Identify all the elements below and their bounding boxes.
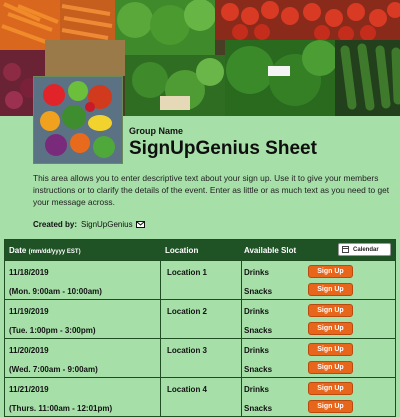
created-by-name: SignUpGenius xyxy=(81,220,133,229)
location-cell: Location 3 xyxy=(160,339,242,377)
table-row: 11/21/2019 (Thurs. 11:00am - 12:01pm) Lo… xyxy=(5,377,395,416)
created-by: Created by: SignUpGenius xyxy=(33,220,145,229)
group-thumbnail-image xyxy=(33,76,123,164)
sign-up-button[interactable]: Sign Up xyxy=(308,304,353,317)
slot-name: Snacks xyxy=(244,287,273,296)
slot-name: Snacks xyxy=(244,326,273,335)
column-header-date: Date (mm/dd/yyyy EST) xyxy=(9,246,81,255)
column-header-slot: Available Slot xyxy=(244,246,297,255)
slot-name: Snacks xyxy=(244,365,273,374)
row-location: Location 1 xyxy=(167,268,208,277)
sign-up-button[interactable]: Sign Up xyxy=(308,343,353,356)
row-time: (Tue. 1:00pm - 3:00pm) xyxy=(9,326,96,335)
row-time: (Thurs. 11:00am - 12:01pm) xyxy=(9,404,113,413)
slot-name: Drinks xyxy=(244,346,269,355)
group-name: Group Name xyxy=(129,126,184,136)
slot-name: Drinks xyxy=(244,307,269,316)
row-date: 11/20/2019 xyxy=(9,346,49,355)
row-location: Location 4 xyxy=(167,385,208,394)
slot-name: Drinks xyxy=(244,385,269,394)
row-time: (Wed. 7:00am - 9:00am) xyxy=(9,365,98,374)
sheet-description: This area allows you to enter descriptiv… xyxy=(33,173,390,207)
sign-up-button[interactable]: Sign Up xyxy=(308,361,353,374)
location-cell: Location 4 xyxy=(160,378,242,416)
slot-name: Drinks xyxy=(244,268,269,277)
row-location: Location 3 xyxy=(167,346,208,355)
table-row: 11/19/2019 (Tue. 1:00pm - 3:00pm) Locati… xyxy=(5,299,395,338)
sign-up-button[interactable]: Sign Up xyxy=(308,382,353,395)
created-by-label: Created by: xyxy=(33,220,78,229)
table-row: 11/18/2019 (Mon. 9:00am - 10:00am) Locat… xyxy=(5,260,395,299)
column-header-location: Location xyxy=(165,246,199,255)
slot-name: Snacks xyxy=(244,404,273,413)
table-header: Date (mm/dd/yyyy EST) Location Available… xyxy=(5,240,395,260)
signup-table: Date (mm/dd/yyyy EST) Location Available… xyxy=(4,239,396,417)
row-date: 11/18/2019 xyxy=(9,268,49,277)
row-time: (Mon. 9:00am - 10:00am) xyxy=(9,287,102,296)
row-location: Location 2 xyxy=(167,307,208,316)
row-date: 11/19/2019 xyxy=(9,307,49,316)
calendar-icon xyxy=(342,246,349,253)
row-date: 11/21/2019 xyxy=(9,385,49,394)
sign-up-button[interactable]: Sign Up xyxy=(308,283,353,296)
location-cell: Location 1 xyxy=(160,261,242,299)
sign-up-button[interactable]: Sign Up xyxy=(308,322,353,335)
calendar-button-label: Calendar xyxy=(353,246,379,253)
sign-up-button[interactable]: Sign Up xyxy=(308,265,353,278)
sign-up-button[interactable]: Sign Up xyxy=(308,400,353,413)
calendar-button[interactable]: Calendar xyxy=(338,243,391,256)
page-title: SignUpGenius Sheet xyxy=(129,138,317,159)
table-row: 11/20/2019 (Wed. 7:00am - 9:00am) Locati… xyxy=(5,338,395,377)
location-cell: Location 2 xyxy=(160,300,242,338)
envelope-icon[interactable] xyxy=(135,221,145,228)
